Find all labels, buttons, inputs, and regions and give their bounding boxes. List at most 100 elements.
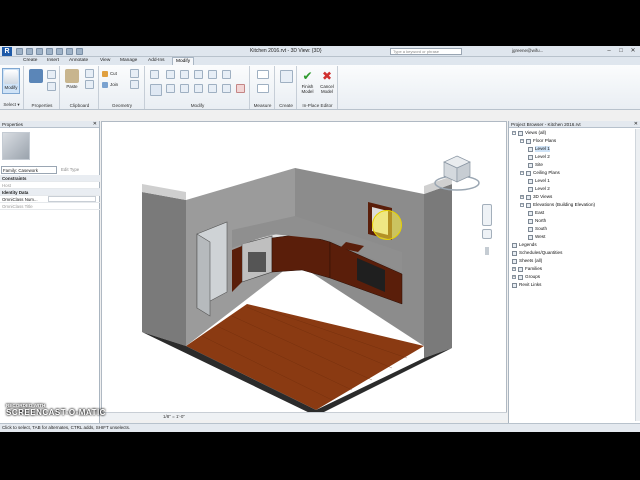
tab-view[interactable]: View [97,57,113,65]
corner-cabinets[interactable] [271,233,331,279]
maximize-button[interactable]: □ [616,47,626,55]
prop-category-identity-data[interactable]: Identity Data [0,189,100,196]
tree-item[interactable]: + Groups [512,274,540,280]
type-properties-button[interactable] [27,68,45,94]
expand-icon[interactable]: + [512,267,516,271]
tree-item[interactable]: − Floor Plans [520,138,556,144]
mirror-line-icon[interactable] [194,70,203,79]
wall-joins-icon[interactable] [130,69,139,78]
rotate-icon[interactable] [180,84,189,93]
delete-icon[interactable] [236,84,245,93]
tree-item[interactable]: − Elevations (Building Elevation) [520,202,595,208]
scale-icon[interactable] [222,70,231,79]
tree-item[interactable]: +3D Views [520,194,552,200]
view-scale[interactable]: 1/8" = 1'-0" [163,414,185,419]
align-icon[interactable] [150,70,159,79]
mirror-axis-icon[interactable] [180,70,189,79]
undo-icon[interactable] [36,48,43,55]
zoom-icon[interactable] [482,229,492,239]
tree-item[interactable]: Level 1 [528,178,550,184]
expand-icon[interactable]: + [520,195,524,199]
close-button[interactable]: ✕ [628,47,638,55]
family-types-icon[interactable] [47,82,56,91]
minimize-button[interactable]: – [604,47,614,55]
tab-manage[interactable]: Manage [117,57,140,65]
array-icon[interactable] [208,84,217,93]
close-icon[interactable]: ✕ [634,121,638,128]
panel-select: Modify Select ▾ [0,66,24,109]
paste-button[interactable]: Paste [63,68,81,94]
vertical-scrollbar[interactable] [635,129,640,421]
3d-view-canvas[interactable] [101,121,507,415]
navbar-scroll-icon[interactable] [485,247,489,255]
edit-type-button[interactable]: Edit Type [61,166,97,174]
collapse-icon[interactable]: − [520,203,524,207]
tree-item[interactable]: Level 2 [528,154,550,160]
offset-icon[interactable] [166,70,175,79]
tab-annotate[interactable]: Annotate [66,57,91,65]
3d-view-icon[interactable] [76,48,83,55]
save-icon[interactable] [26,48,33,55]
steering-wheel-icon[interactable] [482,204,492,226]
tree-item[interactable]: Legends [512,242,537,248]
tree-item[interactable]: − Ceiling Plans [520,170,560,176]
ribbon-tabs: Create Insert Annotate View Manage Add-I… [0,57,640,66]
tree-item[interactable]: Schedules/Quantities [512,250,562,256]
tree-item[interactable]: + Families [512,266,542,272]
tab-add-ins[interactable]: Add-Ins [145,57,168,65]
close-icon[interactable]: ✕ [93,121,97,128]
dimension-icon[interactable] [257,84,269,93]
search-input[interactable]: Type a keyword or phrase [390,48,462,55]
cancel-model-button[interactable]: ✖ Cancel Model [317,68,337,94]
split-icon[interactable] [208,70,217,79]
tree-item[interactable]: South [528,226,547,232]
cut-icon[interactable] [85,69,94,78]
modify-button[interactable]: Modify [2,68,20,94]
measure-icon[interactable] [257,70,269,79]
create-group-icon[interactable] [280,70,293,83]
move-icon[interactable] [150,84,162,96]
finish-model-button[interactable]: ✔ Finish Model [298,68,317,94]
print-icon[interactable] [56,48,63,55]
omniclass-number-field[interactable] [48,196,96,202]
tree-item[interactable]: Sheets (all) [512,258,542,264]
panel-create-label[interactable]: Create [276,103,296,108]
viewcube[interactable] [432,150,482,196]
cut-geometry-button[interactable]: Cut [102,70,117,77]
collapse-icon[interactable]: − [512,131,516,135]
tree-item[interactable]: North [528,218,546,224]
copy-icon[interactable] [85,80,94,89]
panel-modify-label: Modify [190,103,205,108]
user-account[interactable]: jgreene@wifu... [512,48,543,53]
tab-create[interactable]: Create [20,57,40,65]
tree-item[interactable]: Level 1 [528,146,550,152]
checkmark-icon: ✔ [302,69,313,83]
panel-select-label[interactable]: Select ▾ [0,102,23,108]
app-logo[interactable]: R [2,47,12,56]
join-geometry-button[interactable]: Join [102,81,118,88]
tree-item[interactable]: East [528,210,544,216]
redo-icon[interactable] [46,48,53,55]
split-face-icon[interactable] [130,80,139,89]
copy-element-icon[interactable] [166,84,175,93]
tree-item[interactable]: Site [528,162,543,168]
collapse-icon[interactable]: − [520,139,524,143]
type-properties-icon[interactable] [47,70,56,79]
tree-item[interactable]: West [528,234,545,240]
prop-category-constraints[interactable]: Constraints [0,175,100,182]
panel-in-place-editor-label: In-Place Editor [302,103,333,108]
prop-row-omniclass-number: OmniClass Num... [0,196,100,203]
tab-insert[interactable]: Insert [44,57,62,65]
title-bar: R Kitchen 2016.rvt - 3D View: {3D} Type … [0,46,640,57]
open-icon[interactable] [16,48,23,55]
tree-item[interactable]: − Views (all) [512,130,546,136]
tree-item[interactable]: Level 2 [528,186,550,192]
expand-icon[interactable]: + [512,275,516,279]
trim-icon[interactable] [194,84,203,93]
collapse-icon[interactable]: − [520,171,524,175]
panel-measure-label[interactable]: Measure [251,103,274,108]
tree-item[interactable]: Revit Links [512,282,541,288]
pin-icon[interactable] [222,84,231,93]
measure-icon[interactable] [66,48,73,55]
family-selector[interactable]: Family: Casework [1,166,57,174]
